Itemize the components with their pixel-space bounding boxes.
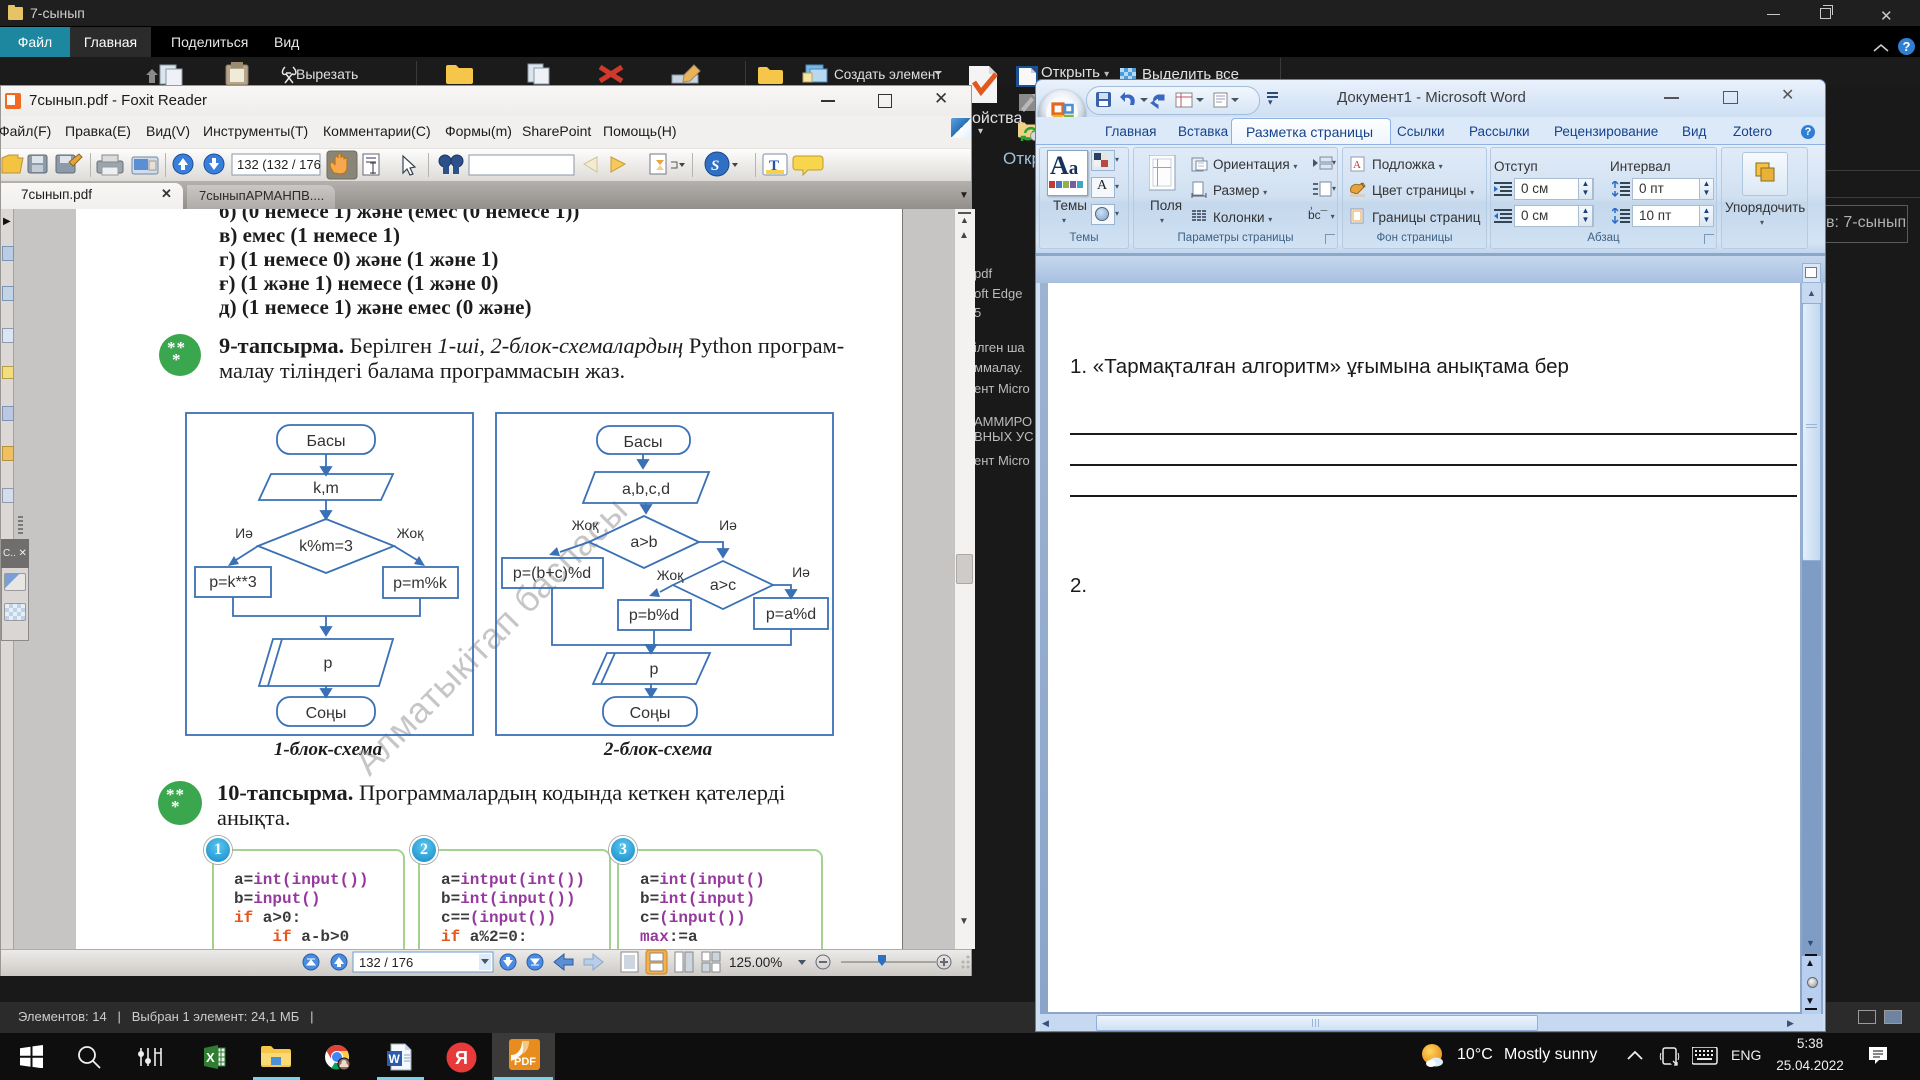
svg-text:p: p (650, 661, 659, 678)
svg-text:S: S (711, 158, 719, 174)
svg-text:Жоқ: Жоқ (397, 525, 425, 541)
svg-text:Басы: Басы (307, 433, 346, 450)
svg-text:PDF: PDF (514, 1056, 536, 1068)
svg-text:W: W (389, 1052, 401, 1066)
svg-text:a,b,c,d: a,b,c,d (622, 481, 670, 498)
svg-text:132 / 176: 132 / 176 (359, 955, 413, 970)
svg-text:k%m=3: k%m=3 (299, 538, 353, 555)
svg-text:p=m%k: p=m%k (393, 575, 448, 592)
svg-text:125.00%: 125.00% (729, 955, 782, 970)
svg-text:Жоқ: Жоқ (572, 517, 600, 533)
svg-text:X: X (206, 1050, 215, 1065)
svg-text:A: A (1353, 159, 1361, 171)
svg-text:p=b%d: p=b%d (629, 607, 679, 624)
svg-text:Жоқ: Жоқ (657, 567, 685, 583)
svg-text:Иә: Иә (235, 525, 253, 541)
svg-text:132 (132 / 176: 132 (132 / 176 (237, 157, 321, 172)
svg-text:p=k**3: p=k**3 (209, 574, 257, 591)
svg-text:k,m: k,m (313, 480, 339, 497)
svg-text:a>c: a>c (710, 577, 736, 594)
svg-text:p=(b+c)%d: p=(b+c)%d (513, 565, 591, 582)
svg-text:Соңы: Соңы (630, 705, 671, 722)
svg-text:Создать элемент: Создать элемент (834, 67, 941, 82)
svg-text:p=a%d: p=a%d (766, 606, 816, 623)
svg-text:Иә: Иә (792, 564, 810, 580)
svg-text:Иә: Иә (719, 517, 737, 533)
svg-text:Я: Я (455, 1048, 468, 1068)
svg-text:a>b: a>b (630, 534, 657, 551)
svg-text:Вырезать: Вырезать (296, 66, 358, 82)
svg-text:p: p (324, 655, 333, 672)
svg-text:Басы: Басы (624, 434, 663, 451)
svg-text:Соңы: Соңы (306, 705, 347, 722)
